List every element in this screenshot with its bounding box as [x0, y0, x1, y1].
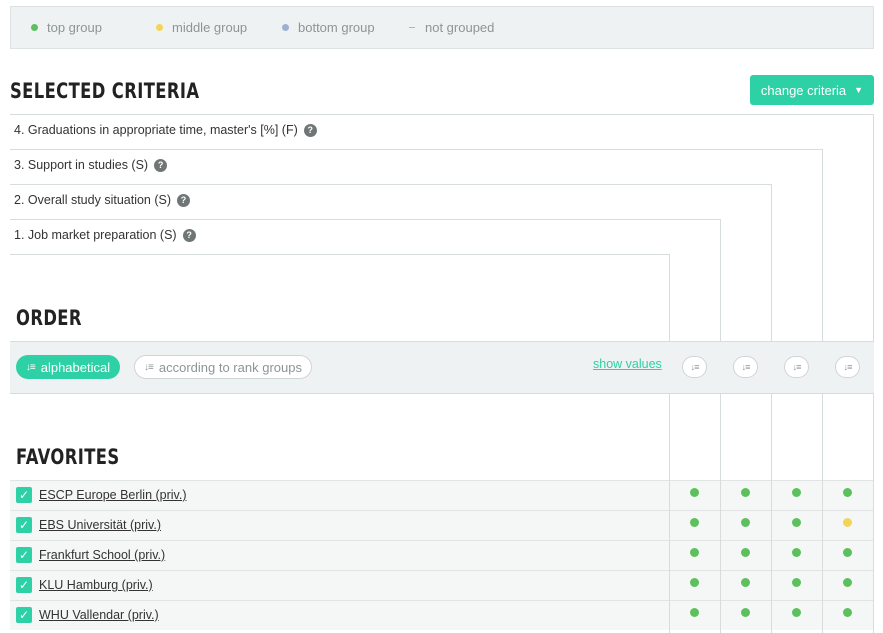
- top-group-dot-icon: [843, 548, 852, 557]
- top-group-dot-icon: [792, 548, 801, 557]
- selected-criteria-title: SELECTED CRITERIA: [10, 79, 200, 103]
- top-group-dot-icon: [31, 24, 38, 31]
- top-group-dot-icon: [843, 488, 852, 497]
- criteria-divider: [10, 149, 823, 150]
- legend-label: top group: [47, 20, 102, 35]
- top-group-dot-icon: [741, 548, 750, 557]
- top-group-dot-icon: [792, 608, 801, 617]
- column-divider: [720, 480, 721, 633]
- top-group-dot-icon: [690, 518, 699, 527]
- order-title: ORDER: [16, 306, 82, 330]
- criteria-divider: [10, 254, 670, 255]
- university-link[interactable]: KLU Hamburg (priv.): [39, 578, 153, 592]
- change-criteria-button[interactable]: change criteria ▼: [750, 75, 874, 105]
- legend-bar: top group middle group bottom group not …: [10, 6, 874, 49]
- top-group-dot-icon: [741, 578, 750, 587]
- criteria-divider: [10, 184, 772, 185]
- criteria-divider: [10, 219, 721, 220]
- criterion-label: 4. Graduations in appropriate time, mast…: [14, 123, 298, 137]
- university-link[interactable]: WHU Vallendar (priv.): [39, 608, 159, 622]
- not-grouped-dash-icon: [409, 27, 415, 28]
- favorite-checkbox[interactable]: ✓: [16, 487, 32, 503]
- criteria-divider: [10, 114, 874, 115]
- criterion-label: 1. Job market preparation (S): [14, 228, 177, 242]
- top-group-dot-icon: [741, 518, 750, 527]
- middle-group-dot-icon: [156, 24, 163, 31]
- column-divider: [669, 480, 670, 633]
- caret-down-icon: ▼: [854, 85, 864, 95]
- legend-top-group: top group: [31, 20, 102, 35]
- column-divider: [822, 480, 823, 633]
- sort-column-3-button[interactable]: ↓≡: [784, 356, 809, 378]
- top-group-dot-icon: [741, 488, 750, 497]
- sort-alphabetical-button[interactable]: ↓≡ alphabetical: [16, 355, 120, 379]
- top-group-dot-icon: [792, 518, 801, 527]
- university-link[interactable]: Frankfurt School (priv.): [39, 548, 165, 562]
- criterion-label: 3. Support in studies (S): [14, 158, 149, 172]
- sort-column-2-button[interactable]: ↓≡: [733, 356, 758, 378]
- change-criteria-label: change criteria: [760, 82, 847, 98]
- favorite-checkbox[interactable]: ✓: [16, 607, 32, 623]
- sort-rank-groups-label: according to rank groups: [158, 359, 302, 375]
- legend-not-grouped: not grouped: [409, 20, 494, 35]
- column-divider: [873, 480, 874, 633]
- favorites-title: FAVORITES: [16, 445, 120, 469]
- help-icon[interactable]: ?: [177, 193, 191, 207]
- favorite-checkbox[interactable]: ✓: [16, 547, 32, 563]
- criterion-4: 4. Graduations in appropriate time, mast…: [14, 123, 317, 137]
- top-group-dot-icon: [843, 608, 852, 617]
- help-icon[interactable]: ?: [154, 158, 168, 172]
- sort-column-4-button[interactable]: ↓≡: [835, 356, 860, 378]
- help-icon[interactable]: ?: [182, 228, 196, 242]
- top-group-dot-icon: [792, 578, 801, 587]
- university-link[interactable]: EBS Universität (priv.): [39, 518, 161, 532]
- sort-icon: ↓≡: [25, 361, 36, 373]
- sort-alphabetical-label: alphabetical: [40, 359, 111, 375]
- criterion-label: 2. Overall study situation (S): [14, 193, 172, 207]
- bottom-group-dot-icon: [282, 24, 289, 31]
- criterion-2: 2. Overall study situation (S) ?: [14, 193, 191, 207]
- top-group-dot-icon: [690, 548, 699, 557]
- column-divider: [771, 480, 772, 633]
- criterion-1: 1. Job market preparation (S) ?: [14, 228, 196, 242]
- sort-icon: ↓≡: [144, 361, 154, 373]
- top-group-dot-icon: [690, 578, 699, 587]
- favorite-checkbox[interactable]: ✓: [16, 517, 32, 533]
- top-group-dot-icon: [690, 608, 699, 617]
- criterion-3: 3. Support in studies (S) ?: [14, 158, 168, 172]
- legend-label: not grouped: [425, 20, 495, 35]
- legend-middle-group: middle group: [156, 20, 247, 35]
- top-group-dot-icon: [843, 578, 852, 587]
- top-group-dot-icon: [741, 608, 750, 617]
- sort-rank-groups-button[interactable]: ↓≡ according to rank groups: [134, 355, 312, 379]
- sort-column-1-button[interactable]: ↓≡: [682, 356, 707, 378]
- middle-group-dot-icon: [843, 518, 852, 527]
- legend-label: bottom group: [298, 20, 375, 35]
- university-link[interactable]: ESCP Europe Berlin (priv.): [39, 488, 187, 502]
- legend-bottom-group: bottom group: [282, 20, 375, 35]
- top-group-dot-icon: [690, 488, 699, 497]
- help-icon[interactable]: ?: [303, 123, 317, 137]
- show-values-link[interactable]: show values: [593, 357, 662, 371]
- favorite-checkbox[interactable]: ✓: [16, 577, 32, 593]
- top-group-dot-icon: [792, 488, 801, 497]
- legend-label: middle group: [172, 20, 248, 35]
